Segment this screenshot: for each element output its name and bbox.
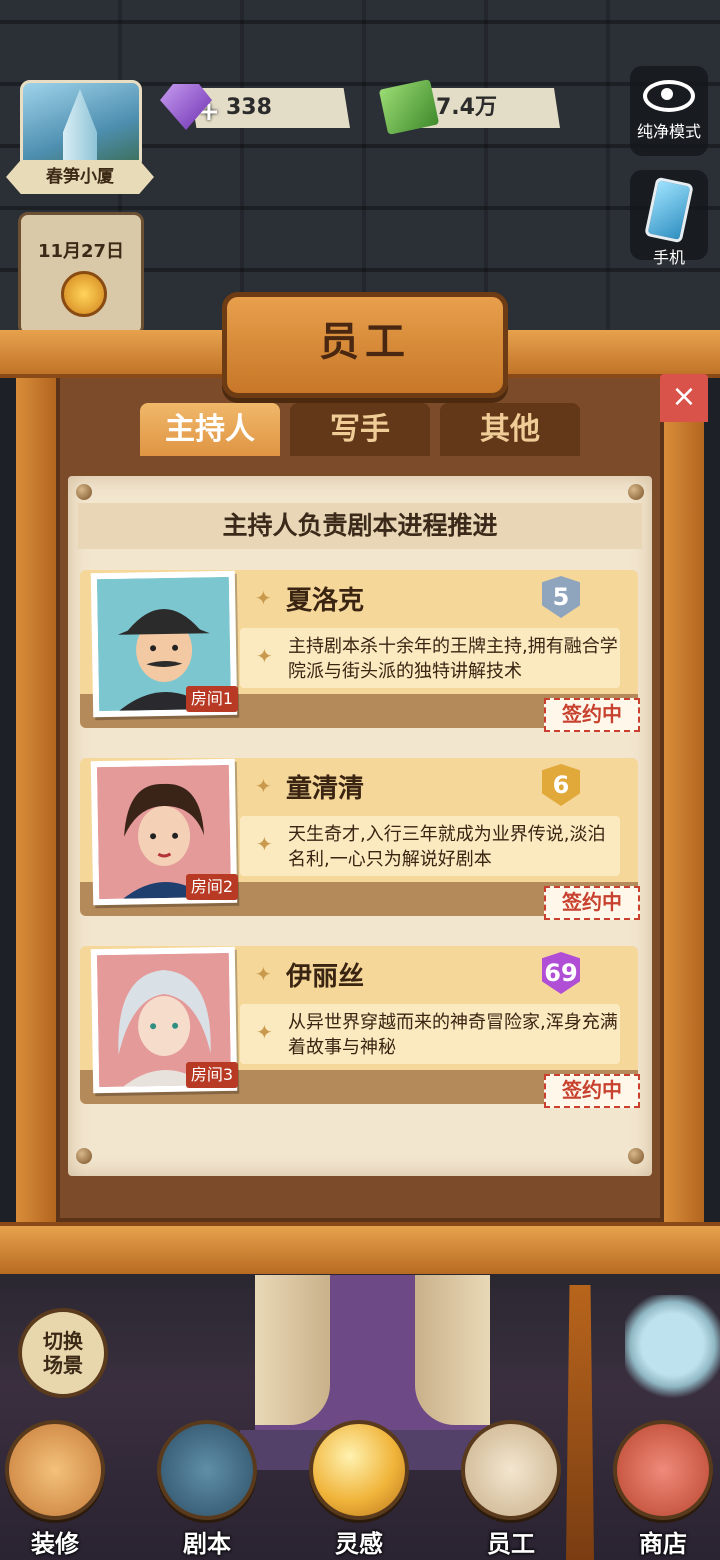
nail-icon — [628, 1148, 644, 1164]
nav-staff-label: 员工 — [487, 1530, 535, 1558]
medal-icon — [61, 271, 107, 317]
switch-scene-label: 切换场景 — [43, 1329, 83, 1377]
nail-icon — [628, 484, 644, 500]
contract-status-button[interactable]: 签约中 — [544, 1074, 640, 1108]
nail-icon — [76, 484, 92, 500]
script-book-icon — [157, 1420, 257, 1520]
panel-title-plank: 员工 — [222, 292, 508, 398]
pure-mode-label: 纯净模式 — [636, 122, 701, 141]
sparkle-icon: ✦ — [256, 1020, 273, 1044]
description-box: ✦ 天生奇才,入行三年就成为业界传说,淡泊名利,一心只为解说好剧本 — [240, 816, 620, 876]
gem-count: 338 — [226, 95, 272, 120]
staff-badge-icon — [461, 1420, 561, 1520]
sparkle-icon: ✦ — [255, 586, 272, 610]
contract-status-button[interactable]: 签约中 — [544, 698, 640, 732]
nav-inspiration-label: 灵感 — [335, 1530, 383, 1558]
nav-shop[interactable]: 商店 — [608, 1420, 718, 1560]
building-name-label: 春笋小厦 — [6, 160, 154, 194]
staff-description: 主持剧本杀十余年的王牌主持,拥有融合学院派与街头派的独特讲解技术 — [288, 636, 618, 682]
gem-counter[interactable]: + 338 — [190, 88, 350, 128]
frame-post-left — [16, 360, 56, 1240]
frame-post-right — [664, 360, 704, 1240]
sparkle-icon: ✦ — [255, 962, 272, 986]
phone-icon — [644, 176, 694, 244]
nav-decorate[interactable]: 装修 — [0, 1420, 110, 1560]
stage-curtain-left — [255, 1275, 330, 1425]
calendar-widget[interactable]: 11月27日 — [18, 212, 144, 336]
description-box: ✦ 主持剧本杀十余年的王牌主持,拥有融合学院派与街头派的独特讲解技术 — [240, 628, 620, 688]
tab-description: 主持人负责剧本进程推进 — [78, 503, 642, 549]
staff-name: 夏洛克 — [286, 586, 365, 616]
panel-title: 员工 — [319, 319, 411, 365]
cash-amount: 7.4万 — [436, 95, 497, 120]
nav-script[interactable]: 剧本 — [152, 1420, 262, 1560]
staff-name: 伊丽丝 — [286, 962, 365, 992]
tree-decoration — [625, 1295, 720, 1405]
staff-description: 天生奇才,入行三年就成为业界传说,淡泊名利,一心只为解说好剧本 — [288, 824, 606, 870]
house-icon — [5, 1420, 105, 1520]
stage-curtain-right — [415, 1275, 490, 1425]
eye-icon — [643, 80, 695, 112]
staff-description: 从异世界穿越而来的神奇冒险家,浑身充满着故事与神秘 — [288, 1012, 618, 1058]
tab-other[interactable]: 其他 — [440, 403, 580, 456]
nav-shop-label: 商店 — [639, 1530, 687, 1558]
tab-writer[interactable]: 写手 — [290, 403, 430, 456]
room-tag: 房间3 — [186, 1062, 238, 1088]
calendar-date: 11月27日 — [37, 241, 125, 262]
description-box: ✦ 从异世界穿越而来的神奇冒险家,浑身充满着故事与神秘 — [240, 1004, 620, 1064]
shop-icon — [613, 1420, 713, 1520]
staff-card-tong-qingqing[interactable]: 房间2 ✦ 童清清 6 ✦ 天生奇才,入行三年就成为业界传说,淡泊名利,一心只为… — [80, 758, 640, 922]
close-button[interactable]: × — [660, 374, 708, 422]
staff-card-sherlock[interactable]: 房间1 ✦ 夏洛克 5 ✦ 主持剧本杀十余年的王牌主持,拥有融合学院派与街头派的… — [80, 570, 640, 734]
sparkle-icon: ✦ — [255, 774, 272, 798]
inspiration-orb-icon — [309, 1420, 409, 1520]
building-thumbnail[interactable] — [20, 80, 142, 170]
staff-name: 童清清 — [286, 774, 365, 804]
contract-status-button[interactable]: 签约中 — [544, 886, 640, 920]
room-tag: 房间2 — [186, 874, 238, 900]
pure-mode-button[interactable]: 纯净模式 — [630, 66, 708, 156]
nav-decorate-label: 装修 — [31, 1530, 79, 1558]
phone-label: 手机 — [652, 248, 685, 267]
sparkle-icon: ✦ — [256, 832, 273, 856]
staff-card-iris[interactable]: 房间3 ✦ 伊丽丝 69 ✦ 从异世界穿越而来的神奇冒险家,浑身充满着故事与神秘… — [80, 946, 640, 1110]
nail-icon — [76, 1148, 92, 1164]
frame-beam-bottom — [0, 1222, 720, 1274]
nav-script-label: 剧本 — [183, 1530, 231, 1558]
nav-staff[interactable]: 员工 — [456, 1420, 566, 1560]
phone-button[interactable]: 手机 — [630, 170, 708, 267]
nav-inspiration[interactable]: 灵感 — [304, 1420, 414, 1560]
tab-host[interactable]: 主持人 — [140, 403, 280, 456]
sparkle-icon: ✦ — [256, 644, 273, 668]
room-tag: 房间1 — [186, 686, 238, 712]
switch-scene-button[interactable]: 切换场景 — [18, 1308, 108, 1398]
